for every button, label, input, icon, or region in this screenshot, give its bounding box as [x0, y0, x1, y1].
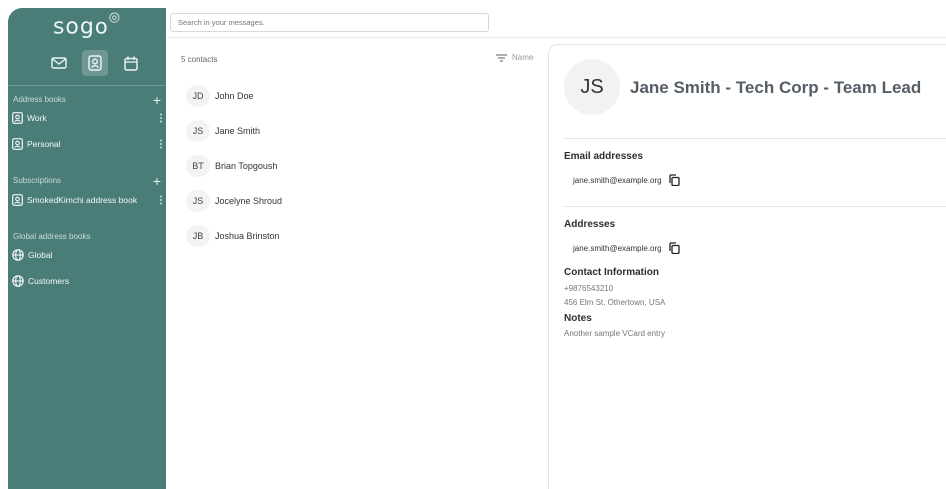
mail-icon[interactable]: [46, 50, 72, 76]
contacts-icon[interactable]: [82, 50, 108, 76]
address-books-label: Address books: [13, 95, 66, 104]
address-row: jane.smith@example.org: [573, 242, 680, 254]
sogo-logo: sogo◎: [52, 10, 122, 40]
divider: [563, 206, 946, 207]
subscriptions-header: Subscriptions +: [13, 174, 161, 188]
list-item[interactable]: BT Brian Topgoush: [186, 155, 277, 177]
sidebar-item-label: Personal: [27, 139, 61, 149]
address-book-icon: [12, 138, 23, 150]
contact-name: John Doe: [215, 91, 254, 101]
addresses-heading: Addresses: [564, 219, 616, 230]
avatar: JB: [186, 225, 210, 247]
global-address-books-label: Global address books: [13, 232, 91, 241]
list-item[interactable]: JS Jane Smith: [186, 120, 260, 142]
more-options-icon[interactable]: ⋮: [156, 113, 166, 124]
list-item[interactable]: JD John Doe: [186, 85, 254, 107]
global-address-books-header: Global address books: [13, 232, 161, 241]
street-value: 456 Elm St, Othertown, USA: [564, 298, 666, 307]
address-books-header: Address books +: [13, 93, 161, 107]
more-options-icon[interactable]: ⋮: [156, 195, 166, 206]
app-nav: [46, 50, 144, 76]
sidebar-item-work[interactable]: Work ⋮: [12, 111, 166, 125]
sidebar-item-personal[interactable]: Personal ⋮: [12, 137, 166, 151]
sidebar-item-label: Work: [27, 113, 47, 123]
address-book-icon: [12, 194, 23, 206]
list-item[interactable]: JB Joshua Brinston: [186, 225, 280, 247]
calendar-icon[interactable]: [118, 50, 144, 76]
avatar: BT: [186, 155, 210, 177]
contact-name: Jocelyne Shroud: [215, 196, 283, 206]
sidebar-item-smokedkimchi[interactable]: SmokedKimchi address book ⋮: [12, 193, 166, 207]
sidebar-item-label: SmokedKimchi address book: [27, 195, 138, 205]
add-subscription-button[interactable]: +: [153, 174, 161, 188]
sort-label: Name: [512, 53, 534, 62]
address-book-icon: [12, 112, 23, 124]
search-input[interactable]: [170, 13, 489, 32]
contact-detail-panel: JS Jane Smith - Tech Corp - Team Lead Em…: [548, 44, 946, 489]
divider: [563, 138, 946, 139]
sort-icon: [496, 53, 507, 62]
email-heading: Email addresses: [564, 151, 643, 162]
avatar: JS: [186, 120, 210, 142]
sidebar: sogo◎ Address books + Work ⋮ Personal ⋮: [8, 8, 166, 489]
phone-value: +9876543210: [564, 284, 614, 293]
contact-name: Brian Topgoush: [215, 161, 278, 171]
sidebar-item-global[interactable]: Global: [12, 248, 162, 262]
copy-icon[interactable]: [668, 242, 680, 254]
contact-count: 5 contacts: [181, 55, 218, 64]
sidebar-item-label: Customers: [28, 276, 70, 286]
contact-name: Joshua Brinston: [215, 231, 280, 241]
notes-value: Another sample VCard entry: [564, 329, 665, 338]
email-value: jane.smith@example.org: [573, 175, 662, 185]
toolbar-divider: [166, 37, 946, 38]
sort-button[interactable]: Name: [496, 53, 533, 62]
contact-title: Jane Smith - Tech Corp - Team Lead: [630, 78, 922, 97]
globe-icon: [12, 275, 24, 287]
contact-name: Jane Smith: [215, 126, 261, 136]
app-window: sogo◎ Address books + Work ⋮ Personal ⋮: [0, 0, 946, 489]
address-value: jane.smith@example.org: [573, 243, 662, 253]
sidebar-item-customers[interactable]: Customers: [12, 274, 162, 288]
avatar: JD: [186, 85, 210, 107]
globe-icon: [12, 249, 24, 261]
copy-icon[interactable]: [668, 174, 680, 186]
avatar: JS: [564, 59, 620, 115]
sidebar-divider: [8, 85, 166, 86]
subscriptions-label: Subscriptions: [13, 176, 62, 185]
notes-heading: Notes: [564, 313, 592, 324]
sidebar-item-label: Global: [28, 250, 53, 260]
email-row: jane.smith@example.org: [573, 174, 680, 186]
avatar: JS: [186, 190, 210, 212]
add-address-book-button[interactable]: +: [153, 93, 161, 107]
contact-info-heading: Contact Information: [564, 267, 659, 278]
more-options-icon[interactable]: ⋮: [156, 139, 166, 150]
list-item[interactable]: JS Jocelyne Shroud: [186, 190, 282, 212]
